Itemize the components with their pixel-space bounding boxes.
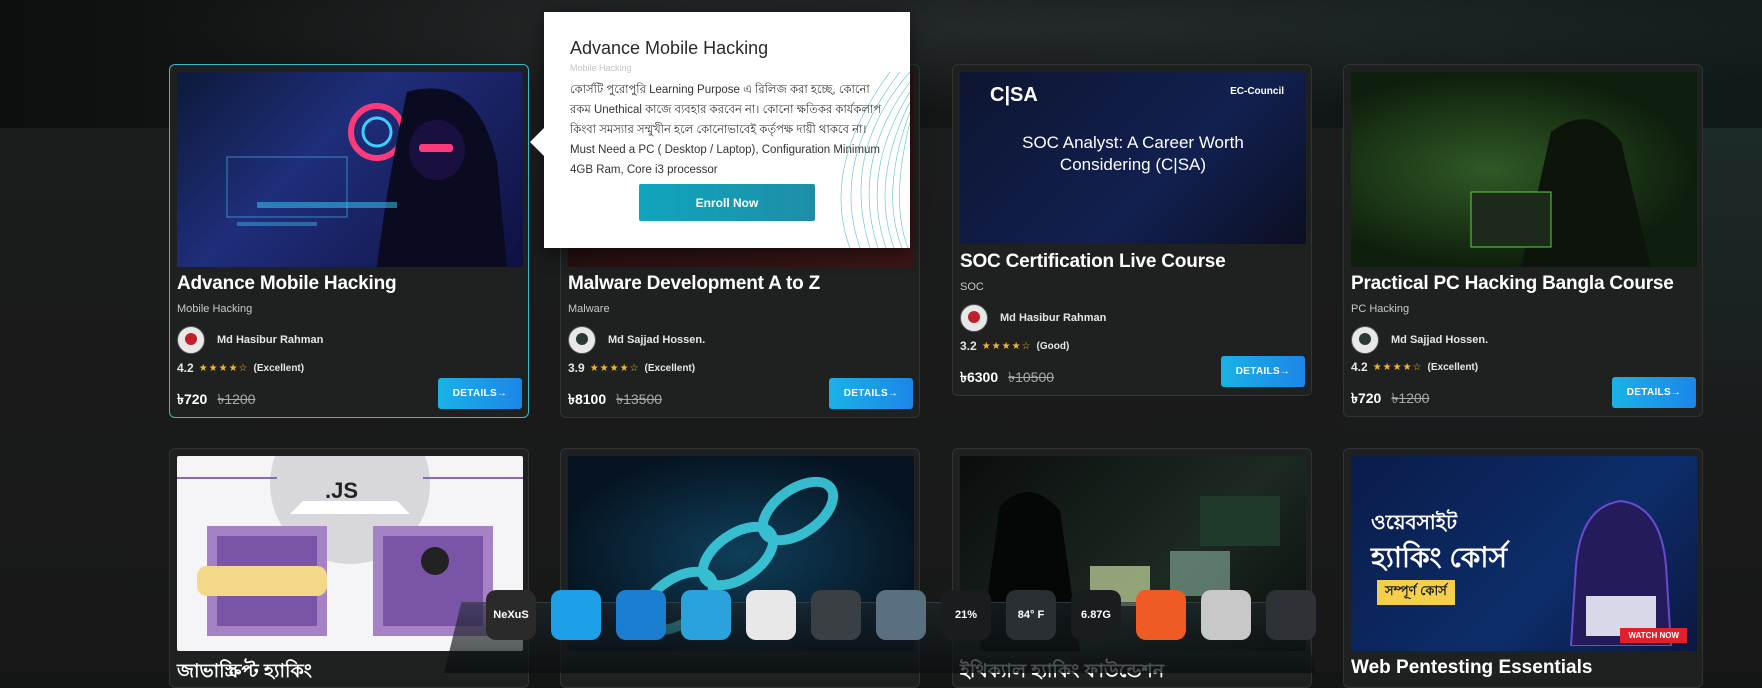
course-title[interactable]: জাভাস্ক্রিপ্ট হ্যাকিং (177, 657, 312, 687)
rating-value: 4.2 (177, 361, 194, 375)
chrome-icon[interactable] (746, 590, 796, 640)
camera-icon[interactable] (1266, 590, 1316, 640)
course-author: Md Hasibur Rahman (177, 326, 323, 354)
author-name: Md Sajjad Hossen. (608, 334, 706, 346)
csa-logo: C|SA (990, 84, 1038, 106)
telegram-icon[interactable] (681, 590, 731, 640)
dock-icons: NeXuS 21% 84° F 6.87G (486, 590, 1316, 640)
current-price: ৳720 (177, 391, 208, 407)
rating-label: (Excellent) (1427, 361, 1479, 373)
current-price: ৳8100 (568, 391, 607, 407)
course-thumbnail[interactable]: ওয়েবসাইট হ্যাকিং কোর্স সম্পূর্ণ কোর্স W… (1351, 456, 1697, 651)
hacker-illustration (226, 88, 507, 267)
js-label: .JS (325, 478, 359, 503)
course-rating: 4.2 ★★★★☆ (Excellent) (177, 361, 304, 375)
course-preview-popup: Advance Mobile Hacking Mobile Hacking কো… (530, 12, 910, 248)
course-category: Malware (568, 303, 610, 315)
thumb-badge: সম্পূর্ণ কোর্স (1377, 580, 1455, 605)
nexus-label: NeXuS (493, 609, 529, 621)
rating-stars: ★★★★☆ (589, 362, 640, 374)
details-button[interactable]: DETAILS→ (1612, 377, 1696, 408)
ram-meter-icon[interactable]: 6.87G (1071, 590, 1121, 640)
author-avatar (568, 326, 596, 354)
popup-category: Mobile Hacking (570, 63, 632, 73)
course-price: ৳720 ৳1200 (177, 388, 255, 412)
course-title[interactable]: Malware Development A to Z (568, 273, 820, 295)
course-category: SOC (960, 281, 984, 293)
course-title[interactable]: Web Pentesting Essentials (1351, 657, 1592, 679)
ec-council-logo: EC-Council (1230, 86, 1284, 97)
old-price: ৳1200 (1391, 390, 1430, 406)
brave-icon[interactable] (1136, 590, 1186, 640)
windows-icon[interactable] (551, 590, 601, 640)
clock-icon[interactable] (811, 590, 861, 640)
popup-title: Advance Mobile Hacking (570, 38, 769, 58)
rating-label: (Excellent) (253, 362, 305, 374)
author-avatar (1351, 326, 1379, 354)
rating-stars: ★★★★☆ (981, 340, 1032, 352)
details-button[interactable]: DETAILS→ (438, 378, 522, 409)
audio-icon[interactable] (1201, 590, 1251, 640)
cpu-meter-label: 21% (954, 609, 978, 621)
course-card-advance-mobile-hacking[interactable]: Advance Mobile Hacking Mobile Hacking Md… (169, 64, 529, 418)
author-avatar (177, 326, 205, 354)
cpu-meter-icon[interactable]: 21% (941, 590, 991, 640)
rating-label: (Excellent) (644, 362, 696, 374)
course-thumbnail[interactable] (177, 72, 523, 267)
course-card-practical-pc-hacking[interactable]: Practical PC Hacking Bangla Course PC Ha… (1343, 64, 1703, 417)
author-name: Md Hasibur Rahman (217, 334, 324, 346)
course-rating: 4.2 ★★★★☆ (Excellent) (1351, 360, 1478, 374)
course-author: Md Sajjad Hossen. (568, 326, 705, 354)
course-title[interactable]: Advance Mobile Hacking (177, 273, 397, 295)
current-price: ৳720 (1351, 390, 1382, 406)
enroll-now-button[interactable]: Enroll Now (639, 184, 815, 221)
course-rating: 3.2 ★★★★☆ (Good) (960, 339, 1069, 353)
course-price: ৳6300 ৳10500 (960, 366, 1054, 390)
course-thumbnail[interactable]: C|SA EC-Council SOC Analyst: A Career Wo… (960, 72, 1306, 244)
old-price: ৳10500 (1008, 369, 1055, 385)
course-category: Mobile Hacking (177, 303, 253, 315)
course-thumbnail[interactable] (1351, 72, 1697, 267)
course-title[interactable]: SOC Certification Live Course (960, 251, 1226, 273)
rating-stars: ★★★★☆ (198, 362, 249, 374)
thumbnail-headline: SOC Analyst: A Career Worth Considering … (1022, 133, 1244, 174)
old-price: ৳13500 (616, 391, 663, 407)
watch-now-badge: WATCH NOW (1620, 628, 1687, 643)
weather-icon[interactable]: 84° F (1006, 590, 1056, 640)
thumb-line-2: হ্যাকিং কোর্স (1371, 542, 1507, 573)
course-rating: 3.9 ★★★★☆ (Excellent) (568, 361, 695, 375)
course-author: Md Sajjad Hossen. (1351, 326, 1488, 354)
pc-hacker-illustration (1470, 119, 1651, 267)
course-card-web-pentesting[interactable]: ওয়েবসাইট হ্যাকিং কোর্স সম্পূর্ণ কোর্স W… (1343, 448, 1703, 688)
rating-stars: ★★★★☆ (1372, 361, 1423, 373)
course-title[interactable]: Practical PC Hacking Bangla Course (1351, 273, 1674, 295)
course-card-soc-certification[interactable]: C|SA EC-Council SOC Analyst: A Career Wo… (952, 64, 1312, 396)
weather-label: 84° F (1017, 609, 1045, 621)
current-price: ৳6300 (960, 369, 999, 385)
vscode-icon[interactable] (616, 590, 666, 640)
course-author: Md Hasibur Rahman (960, 304, 1106, 332)
details-button[interactable]: DETAILS→ (1221, 356, 1305, 387)
ram-meter-label: 6.87G (1081, 609, 1111, 621)
hooded-hacker-icon (1569, 499, 1673, 646)
old-price: ৳1200 (217, 391, 256, 407)
details-button[interactable]: DETAILS→ (829, 378, 913, 409)
author-avatar (960, 304, 988, 332)
nexus-icon[interactable]: NeXuS (486, 590, 536, 640)
author-name: Md Hasibur Rahman (1000, 312, 1107, 324)
rating-value: 3.2 (960, 339, 977, 353)
rating-label: (Good) (1036, 340, 1070, 352)
course-price: ৳720 ৳1200 (1351, 387, 1429, 411)
author-name: Md Sajjad Hossen. (1391, 334, 1489, 346)
rating-value: 4.2 (1351, 360, 1368, 374)
course-category: PC Hacking (1351, 303, 1410, 315)
course-price: ৳8100 ৳13500 (568, 388, 662, 412)
popup-description: কোর্সটি পুরোপুরি Learning Purpose এ রিলি… (570, 84, 882, 176)
recycle-bin-icon[interactable] (876, 590, 926, 640)
rating-value: 3.9 (568, 361, 585, 375)
